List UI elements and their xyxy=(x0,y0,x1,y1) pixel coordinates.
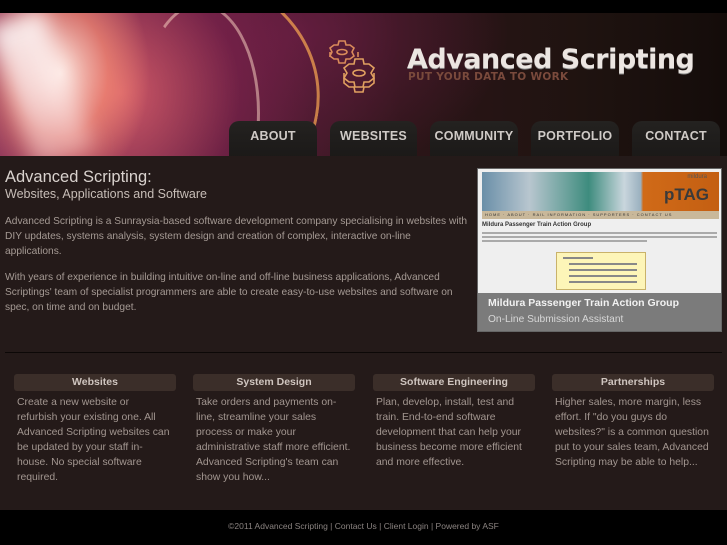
showcase-caption-subtitle: On-Line Submission Assistant xyxy=(488,314,624,325)
showcase-screenshot-heading: Mildura Passenger Train Action Group xyxy=(482,222,592,228)
portfolio-showcase[interactable]: mildura pTAG HOME · ABOUT · RAIL INFORMA… xyxy=(477,168,722,332)
showcase-screenshot-text xyxy=(482,232,717,244)
nav-tab-portfolio[interactable]: PORTFOLIO xyxy=(531,121,619,157)
nav-tab-about[interactable]: ABOUT xyxy=(229,121,317,157)
footer-copyright: ©2011 Advanced Scripting xyxy=(228,521,328,531)
nav-tab-community[interactable]: COMMUNITY xyxy=(430,121,518,157)
intro-paragraph: With years of experience in building int… xyxy=(5,272,453,313)
main-nav: ABOUT WEBSITES COMMUNITY PORTFOLIO CONTA… xyxy=(229,121,720,157)
footer: ©2011 Advanced Scripting | Contact Us | … xyxy=(0,521,727,531)
footer-link-powered-by[interactable]: Powered by ASF xyxy=(436,521,499,531)
showcase-screenshot-menu: HOME · ABOUT · RAIL INFORMATION · SUPPOR… xyxy=(482,211,719,219)
footer-separator: | xyxy=(428,521,436,531)
service-title[interactable]: Software Engineering xyxy=(373,374,535,391)
service-description: Create a new website or refurbish your e… xyxy=(17,397,170,483)
footer-link-client-login[interactable]: Client Login xyxy=(384,521,429,531)
service-title[interactable]: Websites xyxy=(14,374,176,391)
service-description: Plan, develop, install, test and train. … xyxy=(376,397,522,468)
showcase-caption-title: Mildura Passenger Train Action Group xyxy=(488,297,679,309)
service-title[interactable]: Partnerships xyxy=(552,374,714,391)
section-divider xyxy=(5,352,722,353)
service-partnerships: Partnerships Higher sales, more margin, … xyxy=(552,374,714,470)
intro-section: Advanced Scripting: Websites, Applicatio… xyxy=(5,168,470,315)
showcase-logo-small: mildura xyxy=(687,174,707,180)
service-software-engineering: Software Engineering Plan, develop, inst… xyxy=(373,374,535,470)
showcase-screenshot-links-box xyxy=(556,252,646,290)
intro-paragraph: Advanced Scripting is a Sunraysia-based … xyxy=(5,216,468,257)
main-content: Advanced Scripting: Websites, Applicatio… xyxy=(0,156,727,510)
service-websites: Websites Create a new website or refurbi… xyxy=(14,374,176,485)
service-title[interactable]: System Design xyxy=(193,374,355,391)
nav-tab-contact[interactable]: CONTACT xyxy=(632,121,720,157)
service-description: Take orders and payments on-line, stream… xyxy=(196,397,351,483)
footer-link-contact-us[interactable]: Contact Us xyxy=(335,521,377,531)
footer-separator: | xyxy=(327,521,335,531)
page-subtitle: Websites, Applications and Software xyxy=(5,187,207,201)
showcase-screenshot-logo: mildura pTAG xyxy=(663,174,709,204)
showcase-caption: Mildura Passenger Train Action Group On-… xyxy=(478,293,721,331)
service-system-design: System Design Take orders and payments o… xyxy=(193,374,355,485)
footer-separator: | xyxy=(376,521,384,531)
page-title: Advanced Scripting: xyxy=(5,168,152,186)
brand-tagline: PUT YOUR DATA TO WORK xyxy=(408,71,569,83)
service-description: Higher sales, more margin, less effort. … xyxy=(555,397,709,468)
gears-icon xyxy=(328,40,376,93)
nav-tab-websites[interactable]: WEBSITES xyxy=(330,121,417,157)
